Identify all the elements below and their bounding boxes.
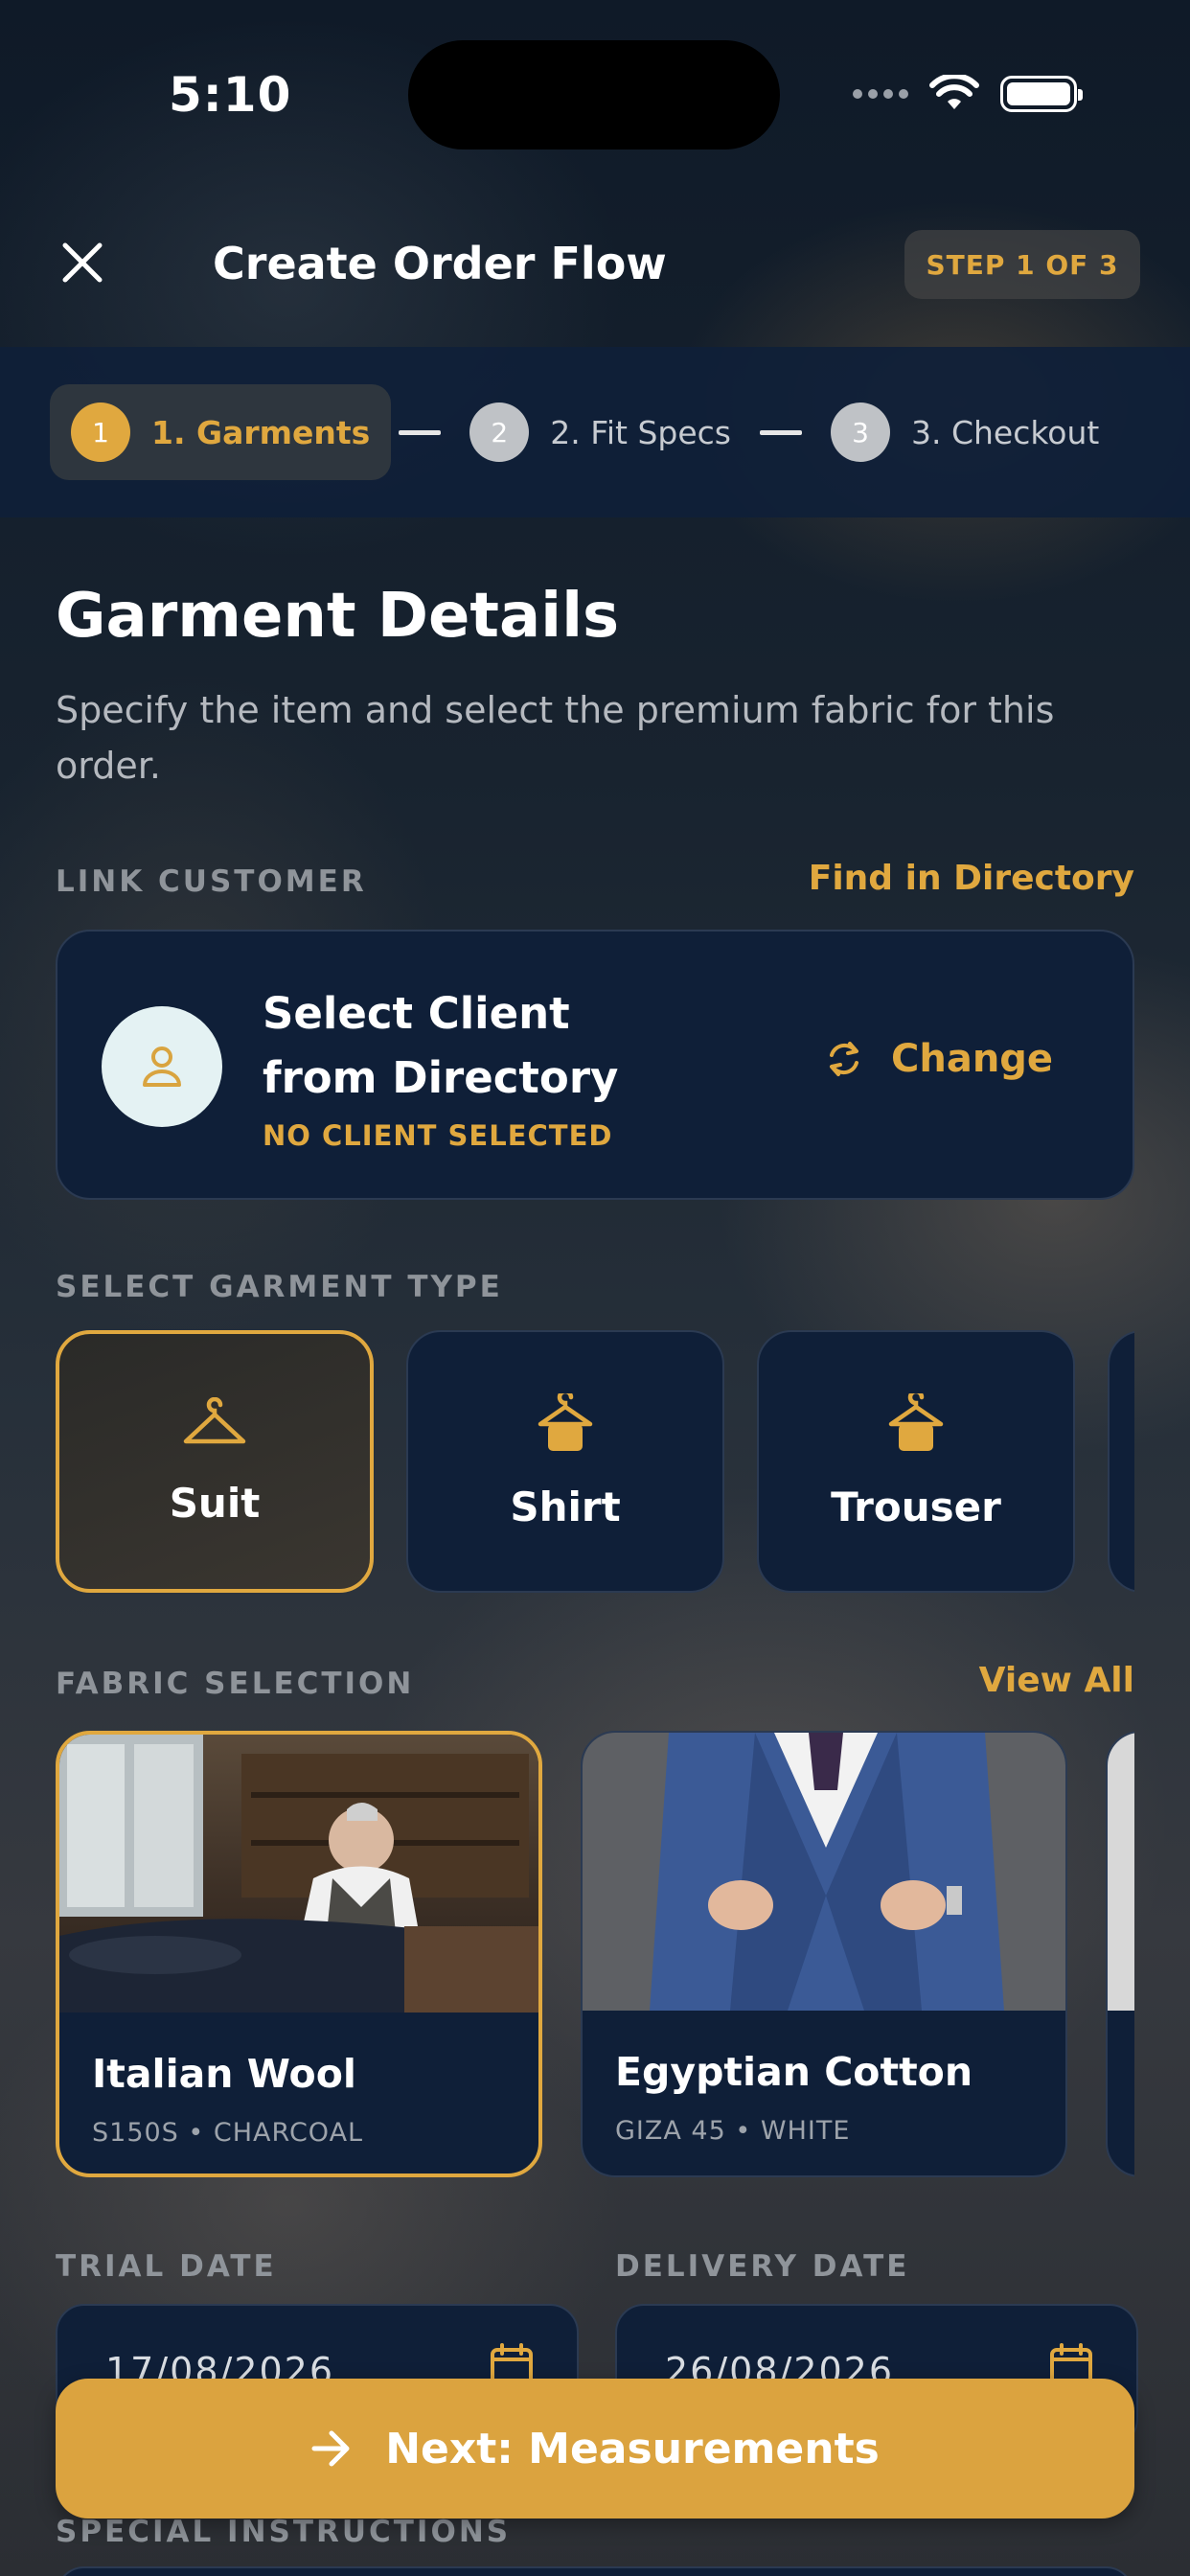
step-fit-specs[interactable]: 2 2. Fit Specs bbox=[448, 384, 752, 480]
garment-label: Trouser bbox=[831, 1483, 1001, 1530]
fabric-photo bbox=[1108, 1733, 1134, 2011]
step-label: 2. Fit Specs bbox=[550, 413, 731, 451]
refresh-icon bbox=[830, 1042, 858, 1076]
fabric-card-italian-wool[interactable]: Italian Wool S150S • CHARCOAL bbox=[56, 1731, 542, 2177]
client-name: Select Client from Directory bbox=[263, 988, 619, 1103]
garment-label: Suit bbox=[169, 1479, 261, 1527]
link-customer-label: LINK CUSTOMER bbox=[56, 864, 367, 899]
special-instructions-field[interactable] bbox=[56, 2566, 1134, 2576]
garment-option-suit[interactable]: Suit bbox=[56, 1330, 374, 1593]
trial-date-label: TRIAL DATE bbox=[56, 2249, 277, 2284]
step-number: 2 bbox=[469, 402, 530, 462]
next-button-label: Next: Measurements bbox=[385, 2424, 880, 2473]
garment-label: Shirt bbox=[510, 1483, 621, 1530]
change-client-button[interactable]: Change bbox=[824, 1037, 1053, 1081]
garment-option-trouser[interactable]: Trouser bbox=[757, 1330, 1075, 1593]
step-number: 3 bbox=[830, 402, 890, 462]
fabric-photo-tailor bbox=[59, 1735, 538, 2012]
change-label: Change bbox=[891, 1037, 1054, 1081]
step-separator bbox=[399, 429, 442, 435]
next-measurements-button[interactable]: Next: Measurements bbox=[56, 2379, 1134, 2518]
customer-card[interactable]: Select Client from Directory NO CLIENT S… bbox=[56, 930, 1134, 1200]
garment-type-list: Suit Shirt Trouser bbox=[56, 1330, 1134, 1593]
page-title: Garment Details bbox=[56, 581, 620, 652]
fabric-selection-label: FABRIC SELECTION bbox=[56, 1667, 415, 1701]
delivery-date-label: DELIVERY DATE bbox=[615, 2249, 910, 2284]
status-time: 5:10 bbox=[169, 67, 292, 123]
fabric-meta: GIZA 45 • WHITE bbox=[615, 2116, 851, 2146]
step-label: 3. Checkout bbox=[910, 413, 1100, 451]
fabric-card-next[interactable] bbox=[1106, 1731, 1134, 2177]
special-instructions-label: SPECIAL INSTRUCTIONS bbox=[56, 2515, 512, 2549]
step-number: 1 bbox=[71, 402, 130, 462]
client-status: NO CLIENT SELECTED bbox=[263, 1119, 613, 1152]
fabric-card-egyptian-cotton[interactable]: Egyptian Cotton GIZA 45 • WHITE bbox=[581, 1731, 1067, 2177]
dynamic-island bbox=[408, 40, 780, 150]
hanger-icon bbox=[183, 1396, 246, 1443]
battery-icon bbox=[1000, 76, 1083, 112]
avatar bbox=[102, 1006, 222, 1127]
step-badge: STEP 1 OF 3 bbox=[904, 230, 1140, 299]
fabric-photo-suit bbox=[583, 1733, 1065, 2011]
garment-option-shirt[interactable]: Shirt bbox=[406, 1330, 724, 1593]
status-icons bbox=[853, 75, 1083, 113]
find-in-directory-link[interactable]: Find in Directory bbox=[809, 859, 1134, 898]
fabric-name: Italian Wool bbox=[92, 2051, 356, 2097]
view-all-link[interactable]: View All bbox=[979, 1661, 1134, 1700]
arrow-right-icon bbox=[311, 2430, 350, 2467]
hanger-trouser-icon bbox=[888, 1392, 944, 1451]
fabric-meta: S150S • CHARCOAL bbox=[92, 2118, 364, 2148]
progress-stepper: 1 1. Garments 2 2. Fit Specs 3 3. Checko… bbox=[0, 347, 1190, 518]
wifi-icon bbox=[929, 75, 979, 109]
step-separator bbox=[759, 429, 802, 435]
fabric-list: Italian Wool S150S • CHARCOAL Egyptian C… bbox=[56, 1731, 1134, 2177]
step-checkout[interactable]: 3 3. Checkout bbox=[810, 384, 1120, 480]
garment-option-more[interactable] bbox=[1108, 1330, 1134, 1593]
step-garments[interactable]: 1 1. Garments bbox=[50, 384, 392, 480]
signal-icon bbox=[853, 89, 908, 99]
page-subtitle: Specify the item and select the premium … bbox=[56, 689, 1055, 787]
header-title: Create Order Flow bbox=[213, 238, 667, 289]
fabric-name: Egyptian Cotton bbox=[615, 2049, 973, 2095]
close-button[interactable] bbox=[54, 234, 111, 291]
close-icon bbox=[62, 242, 103, 283]
garment-type-label: SELECT GARMENT TYPE bbox=[56, 1270, 503, 1304]
hanger-shirt-icon bbox=[538, 1392, 593, 1451]
user-icon bbox=[143, 1046, 181, 1087]
step-label: 1. Garments bbox=[151, 413, 371, 451]
